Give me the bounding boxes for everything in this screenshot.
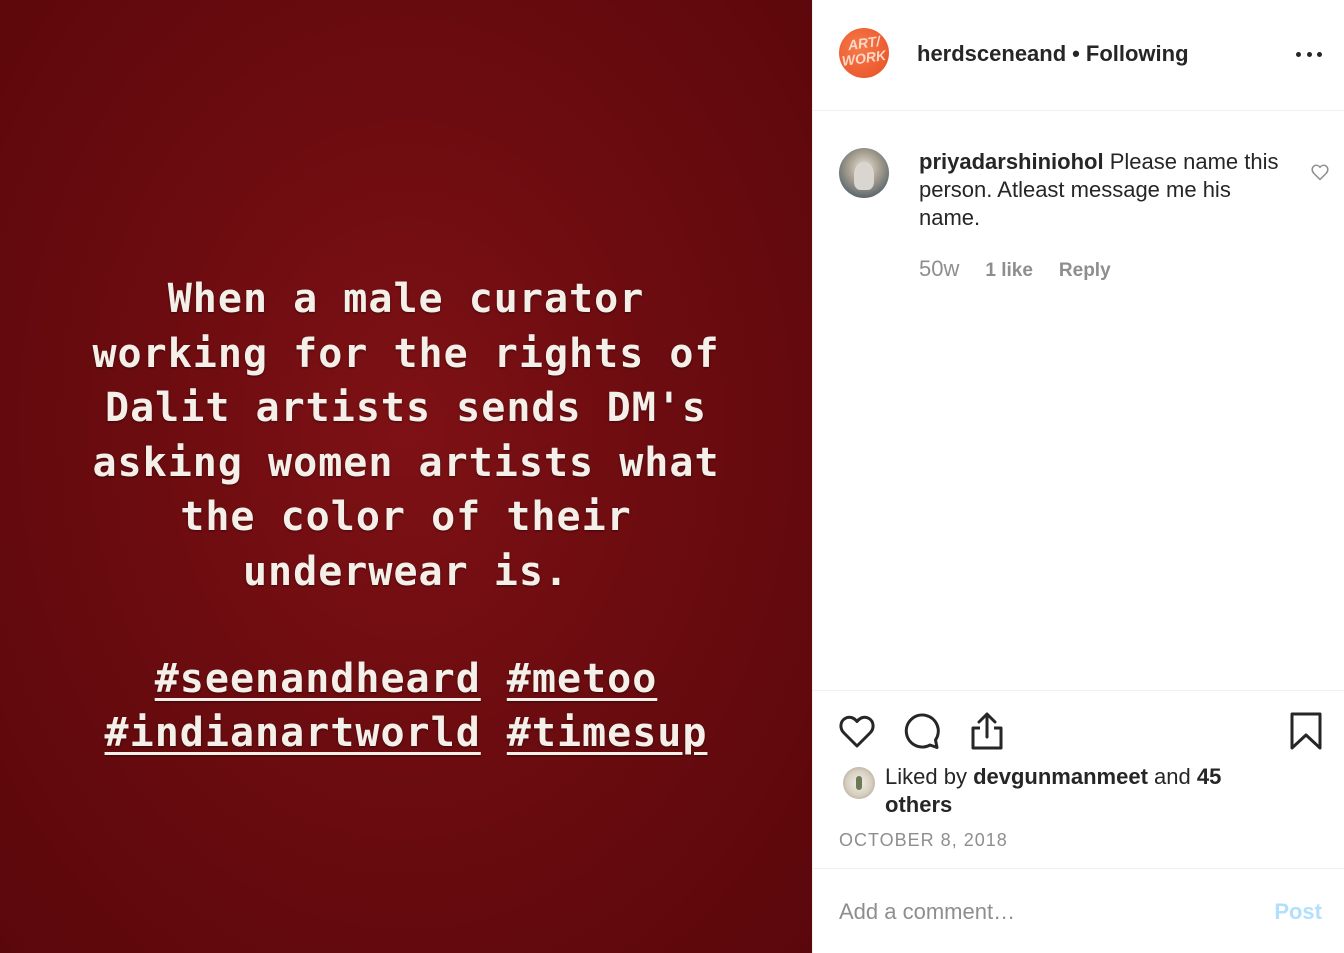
hashtag-metoo: #metoo (506, 656, 658, 702)
hashtag-indianartworld: #indianartworld (104, 710, 481, 756)
post-hashtags: #seenandheard #metoo #indianartworld #time… (0, 652, 812, 760)
post-image[interactable]: When a male curator working for the righ… (0, 0, 812, 953)
share-icon[interactable] (967, 711, 1007, 751)
liked-by-and: and (1154, 764, 1191, 789)
author-avatar[interactable]: ART/ WORK (839, 28, 889, 78)
liked-by-user[interactable]: devgunmanmeet (973, 764, 1148, 789)
hashtag-timesup: #timesup (506, 710, 708, 756)
post-date[interactable]: OCTOBER 8, 2018 (839, 830, 1008, 851)
instagram-post-view: When a male curator working for the righ… (0, 0, 1344, 953)
hashtag-row: #seenandheard #metoo (0, 652, 812, 706)
post-image-text: When a male curator working for the righ… (0, 272, 812, 599)
post-actions: Liked by devgunmanmeet and 45 others OCT… (813, 690, 1344, 869)
heart-icon[interactable] (837, 711, 877, 751)
comment-likes-count[interactable]: 1 like (985, 260, 1033, 282)
liked-by-text: Liked by devgunmanmeet and 45 others (885, 763, 1245, 819)
comment-meta: 50w 1 like Reply (919, 256, 1111, 282)
reply-button[interactable]: Reply (1059, 260, 1111, 282)
more-horizontal-icon[interactable] (1296, 44, 1322, 64)
add-comment-bar: Post (813, 868, 1344, 953)
comment-body: priyadarshiniohol Please name this perso… (919, 148, 1289, 232)
post-text-line: working for the rights of (92, 330, 720, 377)
heart-outline-icon[interactable] (1310, 162, 1330, 182)
liker-avatar[interactable] (843, 767, 875, 799)
add-comment-input[interactable] (839, 895, 1239, 929)
commenter-username[interactable]: priyadarshiniohol (919, 149, 1104, 174)
post-header: ART/ WORK herdsceneand • Following (813, 0, 1344, 111)
hashtag-seenandheard: #seenandheard (154, 656, 481, 702)
post-text-line: When a male curator (167, 276, 645, 322)
comment-age[interactable]: 50w (919, 256, 959, 282)
hashtag-row: #indianartworld #timesup (0, 706, 812, 760)
post-text-line: underwear is. (242, 548, 570, 595)
post-text-line: asking women artists what (92, 439, 720, 486)
following-button[interactable]: Following (1086, 41, 1189, 66)
post-text-line: the color of their (180, 494, 632, 540)
post-text-line: Dalit artists sends DM's (105, 385, 707, 431)
liked-by-prefix: Liked by (885, 764, 967, 789)
bookmark-icon[interactable] (1286, 711, 1326, 751)
post-comment-button[interactable]: Post (1274, 899, 1322, 925)
author-username[interactable]: herdsceneand (917, 41, 1066, 66)
header-username-row: herdsceneand • Following (917, 41, 1189, 67)
post-sidebar: ART/ WORK herdsceneand • Following priyada… (812, 0, 1344, 953)
comment-icon[interactable] (902, 711, 942, 751)
commenter-avatar[interactable] (839, 148, 889, 198)
separator-dot: • (1072, 41, 1080, 66)
